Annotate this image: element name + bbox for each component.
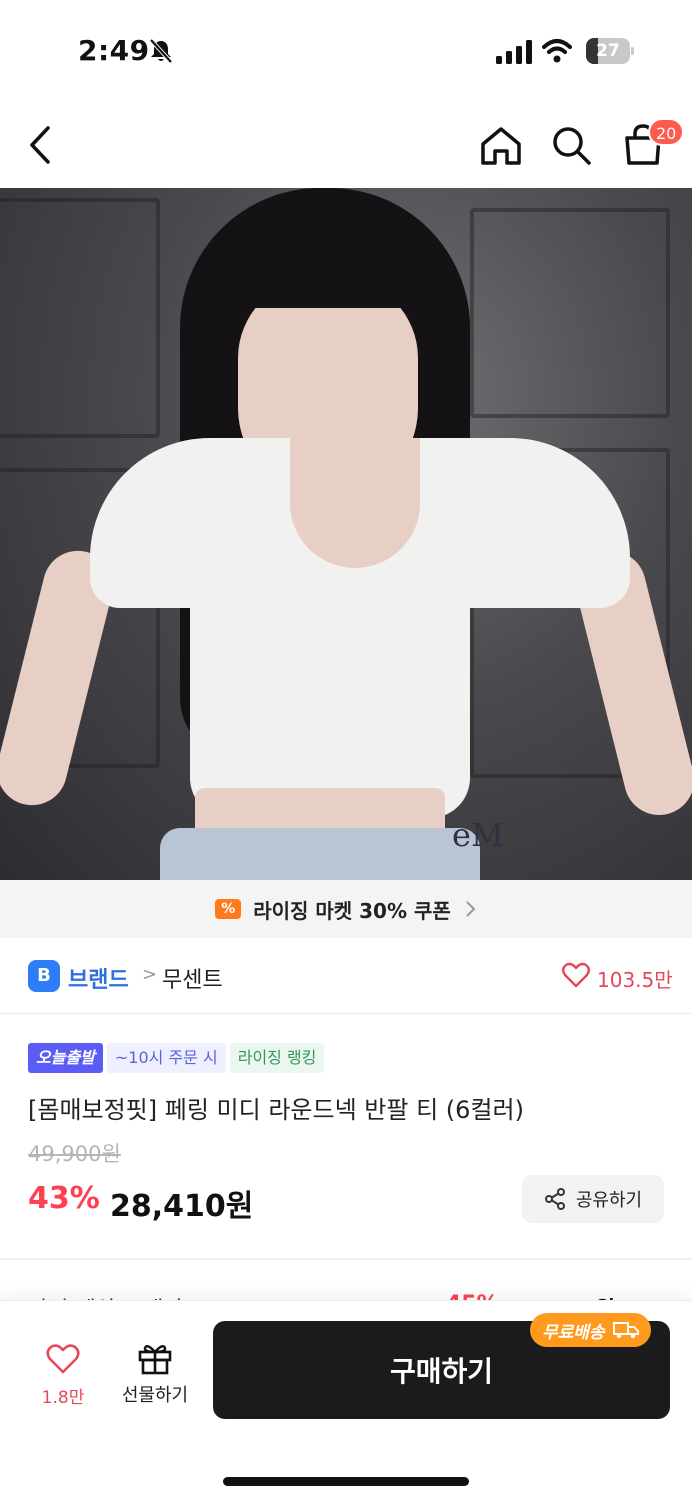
top-nav-bar bbox=[0, 100, 692, 188]
chevron-right-icon bbox=[466, 901, 476, 917]
free-shipping-label: 무료배송 bbox=[542, 1322, 605, 1343]
home-icon[interactable] bbox=[478, 124, 524, 168]
shirt-logo-text: eM bbox=[452, 816, 504, 854]
brand-like-count: 103.5만 bbox=[597, 968, 673, 992]
gift-button[interactable]: 선물하기 bbox=[112, 1341, 198, 1411]
coupon-banner[interactable]: % 라이징 마켓 30% 쿠폰 bbox=[0, 880, 692, 938]
battery-level-text: 27 bbox=[596, 41, 620, 61]
coupon-text: 라이징 마켓 30% 쿠폰 bbox=[253, 898, 451, 923]
product-tags: 오늘출발 ~10시 주문 시 라이징 랭킹 bbox=[28, 1043, 325, 1073]
gift-label: 선물하기 bbox=[121, 1385, 189, 1406]
wishlist-count: 1.8만 bbox=[41, 1388, 85, 1408]
coupon-icon: % bbox=[215, 899, 242, 919]
section-divider bbox=[0, 1258, 692, 1260]
wifi-icon bbox=[542, 39, 572, 63]
truck-icon bbox=[612, 1322, 639, 1339]
product-title: [몸매보정핏] 페링 미디 라운드넥 반팔 티 (6컬러) bbox=[28, 1096, 524, 1124]
cart-count-badge: 20 bbox=[648, 118, 685, 146]
bottom-action-bar: 1.8만 선물하기 구매하기 무료배송 bbox=[0, 1300, 692, 1500]
sale-price: 28,410원 bbox=[110, 1189, 254, 1224]
free-shipping-badge: 무료배송 bbox=[530, 1313, 651, 1347]
bell-off-icon bbox=[149, 38, 173, 64]
breadcrumb-separator: > bbox=[142, 964, 158, 985]
wishlist-button[interactable]: 1.8만 bbox=[30, 1343, 96, 1413]
share-label: 공유하기 bbox=[575, 1190, 643, 1211]
share-button[interactable]: 공유하기 bbox=[522, 1175, 664, 1223]
home-indicator bbox=[223, 1477, 469, 1486]
cellular-signal-icon bbox=[496, 40, 532, 64]
tag-today-shipping: 오늘출발 bbox=[28, 1043, 103, 1073]
product-image-carousel[interactable]: eM bbox=[0, 188, 692, 880]
status-bar: 2:49 27 bbox=[0, 0, 692, 100]
status-time: 2:49 bbox=[78, 34, 150, 67]
brand-label-link[interactable]: 브랜드 bbox=[68, 962, 129, 994]
gift-icon bbox=[138, 1345, 172, 1375]
heart-icon[interactable] bbox=[562, 962, 590, 988]
discount-rate: 43% bbox=[28, 1181, 100, 1216]
tag-order-deadline: ~10시 주문 시 bbox=[106, 1043, 226, 1073]
search-icon[interactable] bbox=[548, 122, 594, 168]
back-arrow-icon[interactable] bbox=[22, 122, 62, 168]
brand-logo-icon[interactable]: B bbox=[28, 960, 60, 992]
battery-icon: 27 bbox=[586, 38, 634, 64]
heart-outline-icon bbox=[46, 1344, 80, 1374]
tag-rising-ranking: 라이징 랭킹 bbox=[229, 1043, 325, 1073]
brand-row: B 브랜드 > 무센트 103.5만 bbox=[0, 938, 692, 1014]
brand-name-link[interactable]: 무센트 bbox=[162, 962, 223, 994]
original-price: 49,900원 bbox=[28, 1142, 121, 1166]
share-icon bbox=[544, 1188, 565, 1210]
